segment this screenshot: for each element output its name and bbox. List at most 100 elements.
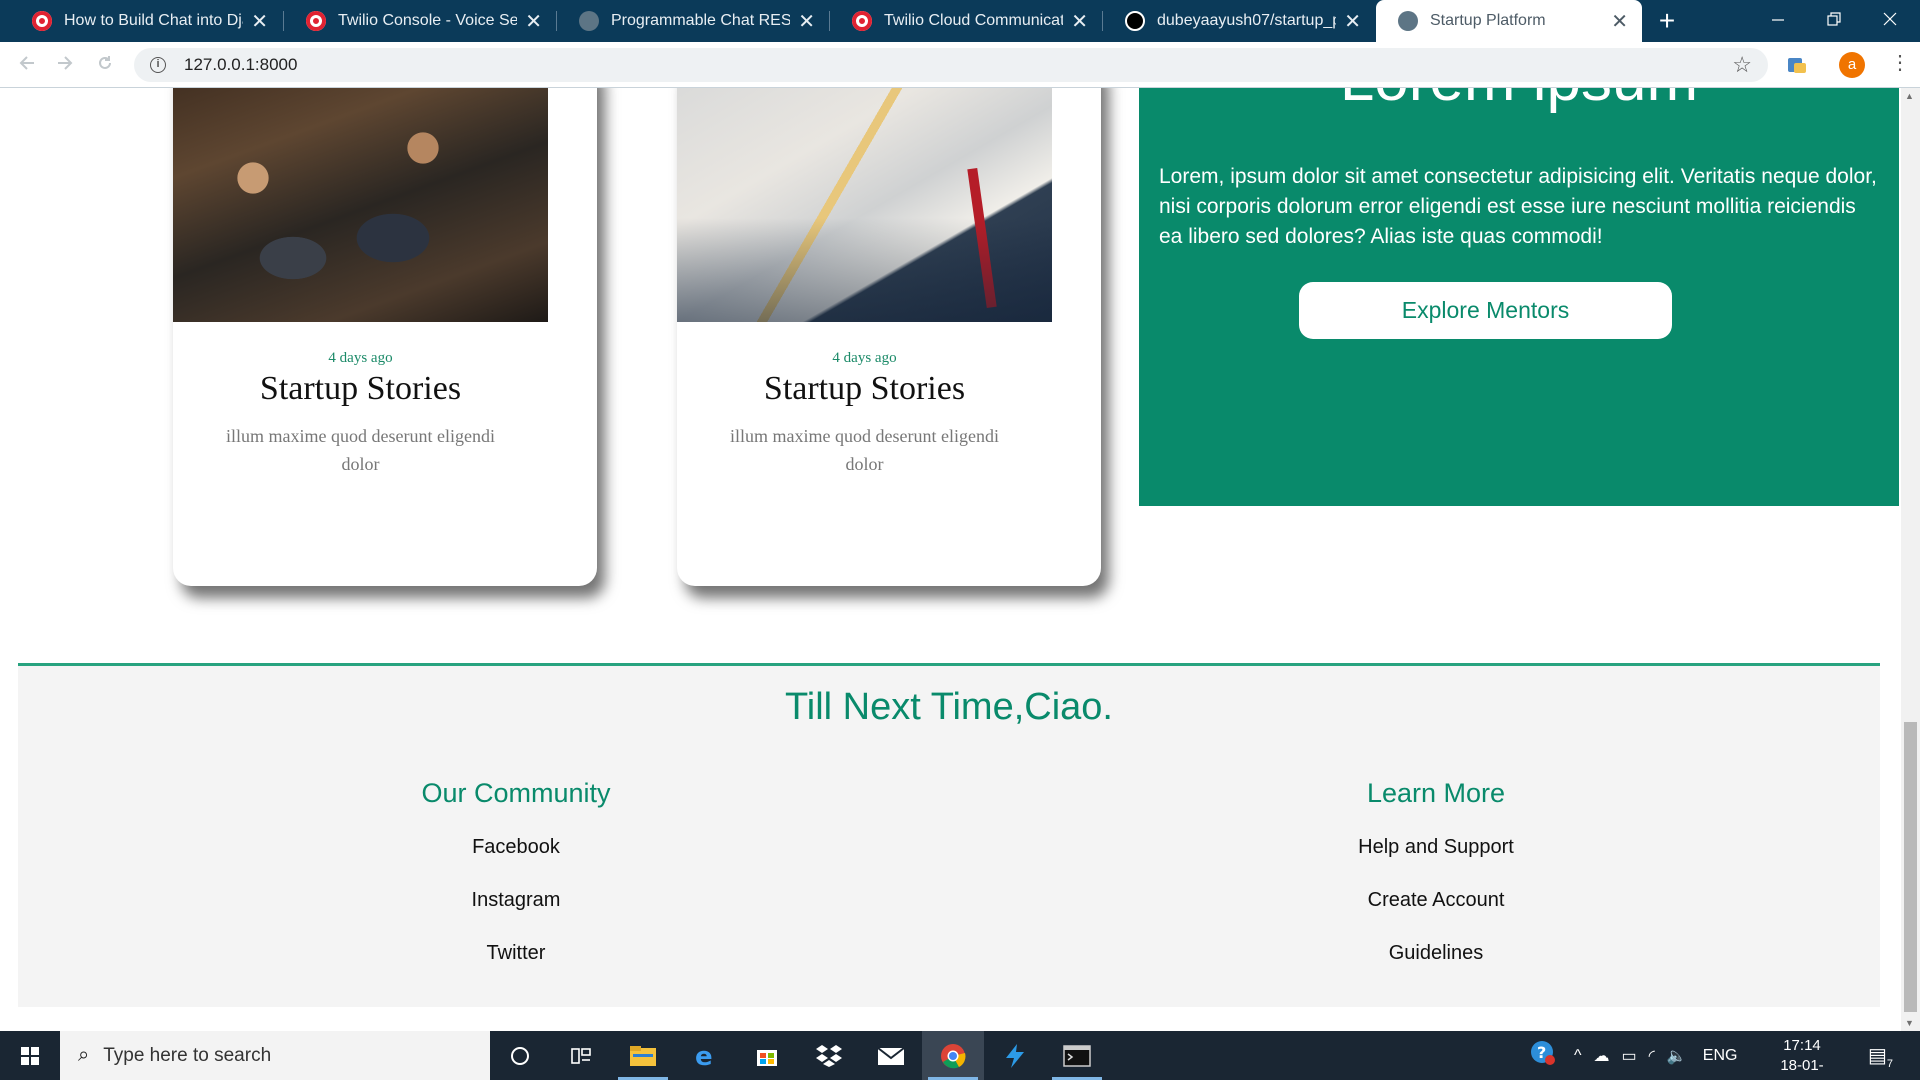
vscode-button[interactable] (984, 1031, 1046, 1080)
battery-icon[interactable]: ▭ (1622, 1046, 1637, 1066)
card-description: illum maxime quod deserunt eligendi dolo… (226, 426, 495, 474)
search-placeholder: Type here to search (103, 1044, 272, 1066)
scroll-down-icon[interactable]: ▼ (1905, 1018, 1914, 1028)
star-icon[interactable]: ☆ (1732, 52, 1752, 78)
explore-mentors-button[interactable]: Explore Mentors (1299, 282, 1672, 339)
story-card[interactable]: 4 days ago Startup Stories illum maxime … (173, 88, 597, 586)
globe-icon (579, 11, 599, 31)
card-title[interactable]: Startup Stories (677, 370, 1052, 408)
scroll-up-icon[interactable]: ▲ (1905, 91, 1914, 101)
terminal-button[interactable] (1046, 1031, 1108, 1080)
clock-date: 18-01-2020 (1780, 1057, 1824, 1080)
terminal-icon (1063, 1044, 1091, 1067)
taskbar-search[interactable]: ⌕ Type here to search (60, 1031, 490, 1080)
edge-button[interactable]: e (674, 1031, 736, 1080)
guidelines-link[interactable]: Guidelines (1236, 939, 1636, 992)
tab-label: dubeyaayush07/startup_plat (1157, 12, 1336, 29)
close-icon[interactable]: ✕ (1344, 9, 1361, 34)
file-explorer-button[interactable] (612, 1031, 674, 1080)
task-view-icon (571, 1047, 591, 1064)
chrome-button[interactable] (922, 1031, 984, 1080)
windows-logo-icon (21, 1047, 39, 1065)
chevron-up-icon[interactable]: ^ (1574, 1047, 1582, 1065)
info-icon[interactable]: i (150, 57, 166, 73)
close-icon[interactable]: ✕ (525, 9, 542, 34)
close-icon[interactable]: ✕ (798, 9, 815, 34)
facebook-link[interactable]: Facebook (316, 833, 716, 886)
tab-label: How to Build Chat into Djang (64, 12, 243, 29)
tab-label: Twilio Cloud Communication (884, 12, 1064, 29)
address-bar[interactable]: i 127.0.0.1:8000 ☆ (134, 48, 1768, 82)
svg-text:e: e (695, 1043, 713, 1069)
footer-column-title: Our Community (421, 778, 611, 808)
close-icon[interactable]: ✕ (1071, 9, 1088, 34)
profile-avatar[interactable]: a (1839, 52, 1865, 78)
tab-twilio-console[interactable]: Twilio Console - Voice Setting ✕ (284, 0, 556, 42)
dropbox-button[interactable] (798, 1031, 860, 1080)
notification-center-button[interactable]: ▤7 (1868, 1043, 1893, 1070)
help-support-link[interactable]: Help and Support (1236, 833, 1636, 886)
language-indicator[interactable]: ENG (1703, 1047, 1738, 1065)
url-text[interactable]: 127.0.0.1:8000 (184, 55, 297, 75)
card-title[interactable]: Startup Stories (173, 370, 548, 408)
card-image (677, 88, 1052, 322)
tab-django-chat[interactable]: How to Build Chat into Djang ✕ (10, 0, 282, 42)
create-account-link[interactable]: Create Account (1236, 886, 1636, 939)
twilio-icon (306, 11, 326, 31)
help-icon[interactable]: ? (1530, 1040, 1556, 1071)
mail-button[interactable] (860, 1031, 922, 1080)
clock-time: 17:14 (1783, 1037, 1821, 1054)
cortana-icon (511, 1046, 529, 1065)
reload-icon (99, 56, 111, 69)
card-image (173, 88, 548, 322)
dropbox-icon (816, 1044, 842, 1067)
tab-chat-rest-api[interactable]: Programmable Chat REST AP ✕ (557, 0, 829, 42)
store-button[interactable] (736, 1031, 798, 1080)
store-icon (757, 1049, 777, 1066)
start-button[interactable] (0, 1031, 60, 1080)
wifi-icon[interactable]: ◜ (1649, 1046, 1655, 1066)
tab-github-repo[interactable]: dubeyaayush07/startup_plat ✕ (1103, 0, 1375, 42)
footer-heading: Till Next Time,Ciao. (785, 686, 1113, 728)
task-view-button[interactable] (550, 1031, 612, 1080)
system-tray: ? ^ ☁ ▭ ◜ 🔈 ENG (1530, 1031, 1737, 1080)
help-question-icon: ? (1531, 1041, 1555, 1065)
notification-count: 7 (1886, 1058, 1894, 1070)
extension-icon[interactable] (1785, 53, 1809, 77)
back-button[interactable] (14, 52, 40, 78)
close-icon (1883, 12, 1897, 26)
restore-button[interactable] (1806, 0, 1862, 42)
image-shade (677, 218, 1052, 322)
instagram-link[interactable]: Instagram (316, 886, 716, 939)
tab-label: Twilio Console - Voice Setting (338, 12, 518, 29)
tab-twilio-cloud[interactable]: Twilio Cloud Communication ✕ (830, 0, 1102, 42)
close-icon[interactable]: ✕ (1611, 9, 1628, 34)
cloud-icon[interactable]: ☁ (1594, 1046, 1610, 1066)
close-icon[interactable]: ✕ (251, 9, 268, 34)
browser-toolbar: i 127.0.0.1:8000 ☆ (0, 42, 1920, 88)
github-icon (1125, 11, 1145, 31)
cortana-button[interactable] (489, 1031, 551, 1080)
volume-icon[interactable]: 🔈 (1667, 1046, 1687, 1066)
scrollbar-thumb[interactable] (1904, 722, 1917, 1012)
menu-icon[interactable]: ⋮ (1890, 50, 1910, 75)
panel-heading: Lorem ipsum (1139, 88, 1899, 115)
browser-tab-strip: How to Build Chat into Djang ✕ Twilio Co… (0, 0, 1920, 42)
mail-icon (877, 1046, 905, 1065)
notification-icon: ▤ (1868, 1045, 1887, 1067)
reload-button[interactable] (92, 52, 118, 78)
close-window-button[interactable] (1862, 0, 1918, 42)
tab-startup-platform[interactable]: Startup Platform ✕ (1376, 0, 1642, 42)
forward-button[interactable] (52, 52, 78, 78)
taskbar-clock[interactable]: 17:14 18-01-2020 (1766, 1036, 1838, 1080)
new-tab-button[interactable]: + (1652, 7, 1682, 37)
tab-label: Startup Platform (1430, 12, 1546, 29)
twitter-link[interactable]: Twitter (316, 939, 716, 992)
globe-icon (1398, 11, 1418, 31)
minimize-button[interactable] (1750, 0, 1806, 42)
page-scrollbar[interactable]: ▲ ▼ (1901, 88, 1920, 1031)
minimize-icon (1772, 19, 1784, 21)
restore-icon (1827, 12, 1841, 26)
story-card[interactable]: 4 days ago Startup Stories illum maxime … (677, 88, 1101, 586)
panel-text: Lorem, ipsum dolor sit amet consectetur … (1159, 165, 1877, 248)
